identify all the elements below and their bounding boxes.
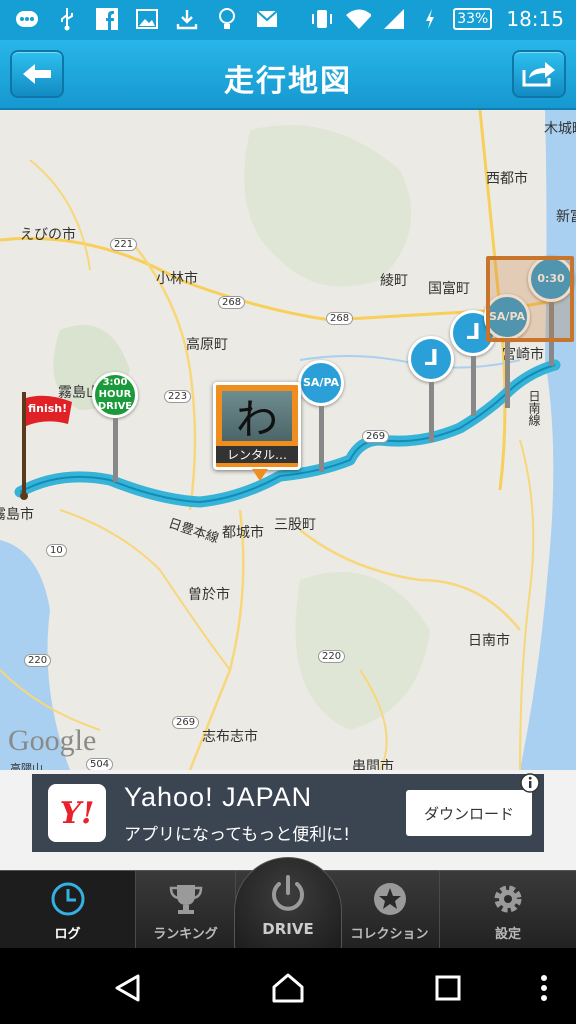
finish-label: finish! — [28, 402, 68, 415]
wifi-icon — [345, 6, 372, 32]
route-shield: 268 — [326, 312, 354, 325]
battery-level: 33% — [453, 8, 493, 30]
pin-pole — [470, 356, 476, 416]
route-shield: 220 — [24, 654, 52, 667]
route-map[interactable]: えびの市 小林市 高原町 霧島山 綾町 国富町 西都市 木城町 新富 宮崎市 日… — [0, 110, 576, 770]
page-title: 走行地図 — [224, 64, 352, 99]
pin-time-3h[interactable]: 3:00 HOUR DRIVE — [92, 372, 138, 482]
rental-icon: わ — [222, 391, 292, 444]
ad-subtitle: アプリになってもっと便利に! — [124, 825, 351, 845]
tab-collection[interactable]: コレクション — [340, 871, 440, 949]
chat-icon — [14, 6, 40, 32]
pin-pole — [428, 382, 434, 442]
route-shield: 269 — [362, 430, 390, 443]
status-bar: 33% 18:15 — [0, 0, 576, 40]
rental-caption: レンタル… — [216, 446, 298, 463]
map-label: 曽於市 — [188, 587, 230, 603]
marker-tip — [252, 469, 268, 481]
nav-home-icon[interactable] — [266, 966, 310, 1010]
title-bar: 走行地図 — [0, 40, 576, 110]
signal-icon — [381, 6, 407, 32]
pin-pole — [112, 418, 118, 482]
share-button[interactable] — [512, 50, 566, 98]
route-shield: 268 — [218, 296, 246, 309]
map-label: 新富 — [556, 209, 576, 225]
tab-label: DRIVE — [262, 920, 314, 938]
mail-icon — [254, 6, 280, 32]
system-indicators: 33% 18:15 — [309, 6, 564, 32]
pin-pole — [318, 406, 324, 472]
download-icon — [174, 6, 200, 32]
facebook-icon — [94, 6, 120, 32]
rental-photo-marker[interactable] — [486, 256, 574, 342]
tab-label: ランキング — [153, 927, 218, 942]
image-icon — [134, 6, 160, 32]
tab-ranking[interactable]: ランキング — [136, 871, 236, 949]
map-label: 霧島市 — [0, 507, 34, 523]
power-icon — [272, 875, 304, 911]
rental-car-marker[interactable]: わ レンタル… — [213, 382, 301, 481]
route-shield: 269 — [172, 716, 200, 729]
ad-title: Yahoo! JAPAN — [124, 782, 313, 812]
ad-banner[interactable]: Y! Yahoo! JAPAN アプリになってもっと便利に! ダウンロード — [32, 772, 544, 852]
hour-drive-badge: 3:00 HOUR DRIVE — [92, 372, 138, 418]
pin-pole — [504, 340, 510, 408]
bulb-icon — [214, 6, 240, 32]
google-logo: Google — [8, 724, 97, 757]
yahoo-logo: Y! — [48, 784, 106, 842]
tab-label: コレクション — [350, 927, 429, 942]
finish-flag[interactable]: finish! — [20, 392, 76, 506]
download-button[interactable]: ダウンロード — [406, 790, 532, 836]
map-label: 都城市 — [222, 525, 264, 541]
ad-area: Y! Yahoo! JAPAN アプリになってもっと便利に! ダウンロード — [0, 770, 576, 870]
map-label: 三股町 — [274, 517, 316, 533]
nav-back-icon[interactable] — [106, 966, 150, 1010]
tab-log[interactable]: ログ — [0, 871, 136, 949]
map-label: 小林市 — [156, 271, 198, 287]
pin-junction-1[interactable]: ⅃ — [408, 336, 454, 442]
vibrate-icon — [309, 6, 335, 32]
map-label: 綾町 — [380, 273, 408, 289]
route-shield: 10 — [46, 544, 67, 557]
sapa-badge: SA/PA — [298, 360, 344, 406]
overflow-menu-icon[interactable] — [522, 966, 566, 1010]
trophy-icon — [169, 885, 202, 914]
tab-label: 設定 — [494, 927, 521, 942]
clock: 18:15 — [506, 7, 564, 31]
route-shield: 220 — [318, 650, 346, 663]
map-label: 西都市 — [486, 171, 528, 187]
map-label: 志布志市 — [202, 729, 258, 745]
map-label: えびの市 — [20, 227, 76, 243]
share-icon — [522, 62, 555, 87]
tab-drive[interactable]: DRIVE — [234, 857, 342, 953]
map-label: 木城町 — [544, 121, 576, 137]
usb-icon — [54, 6, 80, 32]
tab-settings[interactable]: 設定 — [440, 871, 576, 949]
map-label: 高隈山 — [10, 762, 43, 770]
route-shield: 221 — [110, 238, 138, 251]
nav-recents-icon[interactable] — [426, 966, 470, 1010]
screen: 33% 18:15 走行地図 えびの市 小林市 高原町 霧島山 綾町 国富町 西… — [0, 0, 576, 1024]
map-label: 高原町 — [186, 337, 228, 353]
map-label: 日南市 — [468, 633, 510, 649]
bottom-tab-bar: ログ ランキング DRIVE コレクション 設定 — [0, 857, 576, 953]
route-shield: 223 — [164, 390, 192, 403]
info-icon[interactable] — [516, 772, 544, 794]
pin-sapa-1[interactable]: SA/PA — [298, 360, 344, 472]
junction-badge: ⅃ — [408, 336, 454, 382]
clock-icon — [51, 882, 84, 916]
notification-icons — [14, 6, 280, 32]
map-label: 国富町 — [428, 281, 470, 297]
route-shield: 504 — [86, 758, 114, 770]
charging-icon — [417, 6, 443, 32]
tab-label: ログ — [54, 927, 81, 942]
map-label: 串間市 — [352, 759, 394, 770]
system-nav-bar — [0, 948, 576, 1024]
star-icon — [373, 883, 406, 915]
gear-icon — [494, 885, 522, 913]
